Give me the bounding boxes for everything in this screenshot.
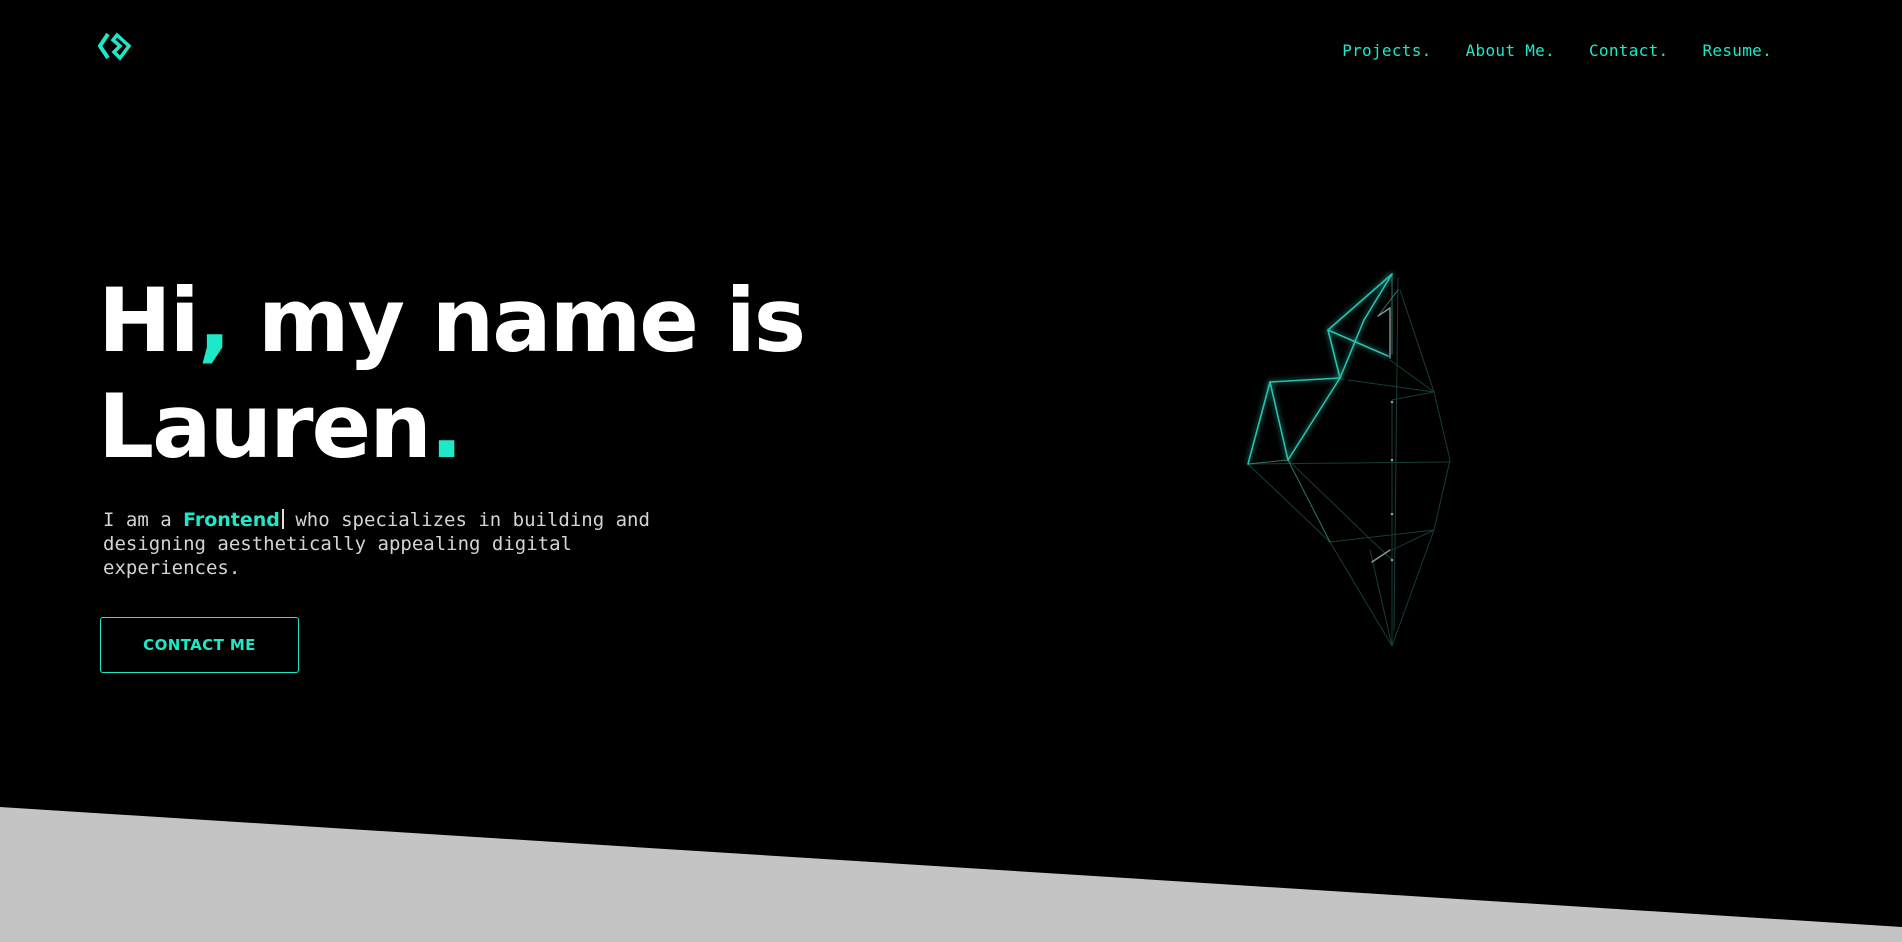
title-period: .: [429, 375, 463, 478]
contact-me-button[interactable]: CONTACT ME: [100, 617, 299, 673]
nav-link-contact[interactable]: Contact.: [1589, 41, 1668, 60]
intro-prefix: I am a: [103, 509, 184, 531]
nav-link-about-me[interactable]: About Me.: [1466, 41, 1555, 60]
page: Projects. About Me. Contact. Resume. Hi,…: [0, 0, 1902, 942]
wireframe-polyhedron-icon: [1220, 250, 1480, 670]
nav-link-resume[interactable]: Resume.: [1702, 41, 1772, 60]
hero-intro: I am a Frontend who specializes in build…: [103, 508, 663, 580]
hero-title: Hi, my name is Lauren.: [98, 268, 806, 480]
logo-icon[interactable]: [97, 32, 132, 62]
intro-role: Frontend: [183, 509, 280, 531]
title-greeting: Hi: [98, 269, 200, 372]
nav-link-projects[interactable]: Projects.: [1342, 41, 1431, 60]
main-nav: Projects. About Me. Contact. Resume.: [1342, 41, 1772, 60]
title-intro: my name is: [229, 269, 806, 372]
title-comma: ,: [197, 269, 231, 372]
title-name: Lauren: [98, 375, 432, 478]
